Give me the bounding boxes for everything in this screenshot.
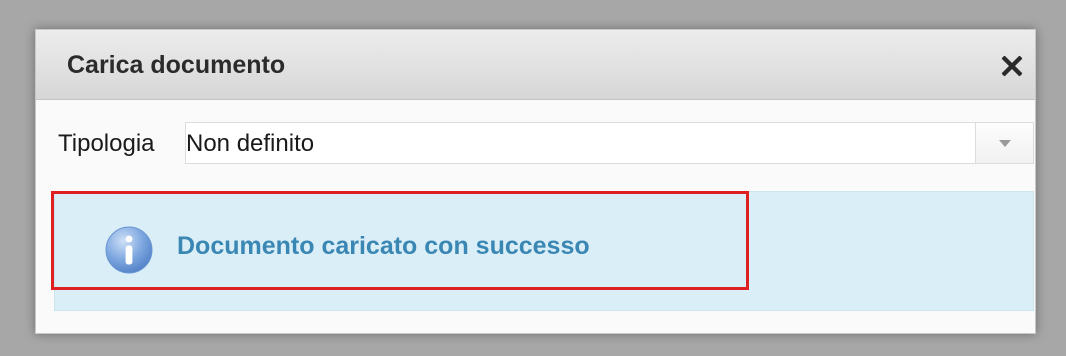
info-icon bbox=[105, 226, 153, 274]
chevron-down-icon bbox=[999, 140, 1011, 147]
alert-message: Documento caricato con successo bbox=[177, 232, 590, 260]
upload-document-dialog: Carica documento Tipologia Non definito bbox=[35, 29, 1036, 334]
dialog-titlebar: Carica documento bbox=[36, 30, 1035, 100]
dropdown-toggle[interactable] bbox=[975, 123, 1033, 163]
close-icon bbox=[1001, 55, 1023, 77]
tipologia-select[interactable]: Non definito bbox=[185, 122, 1034, 164]
success-alert: Documento caricato con successo bbox=[54, 191, 1034, 311]
tipologia-row: Tipologia Non definito bbox=[58, 122, 1034, 164]
tipologia-label: Tipologia bbox=[58, 130, 155, 157]
tipologia-selected-value: Non definito bbox=[186, 130, 315, 157]
close-button[interactable] bbox=[997, 51, 1027, 81]
dialog-title: Carica documento bbox=[67, 51, 286, 79]
